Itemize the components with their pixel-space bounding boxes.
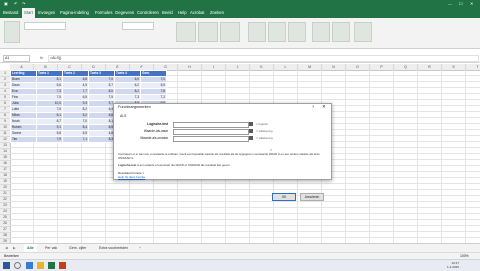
browser-icon[interactable] bbox=[26, 262, 33, 269]
redo-icon[interactable]: ↷ bbox=[22, 0, 25, 8]
number-format-select[interactable] bbox=[122, 22, 154, 30]
app-icon[interactable] bbox=[59, 262, 66, 269]
sheet-tab-extra[interactable]: Extra voorbeelden bbox=[96, 244, 131, 252]
tab-data[interactable]: Gegevens bbox=[115, 8, 134, 18]
clock-date: 1-4-2020 bbox=[447, 265, 460, 269]
clock: 10:47 1-4-2020 bbox=[447, 261, 459, 269]
undo-icon[interactable]: ↶ bbox=[14, 0, 17, 8]
close-window-icon[interactable]: ✕ bbox=[470, 0, 473, 8]
tab-insert[interactable]: Invoegen bbox=[38, 8, 55, 18]
tab-page-layout[interactable]: Pagina-indeling bbox=[60, 8, 89, 18]
search-icon[interactable] bbox=[14, 262, 21, 269]
table-cell[interactable]: Tim bbox=[10, 136, 37, 143]
excel-icon[interactable] bbox=[48, 262, 55, 269]
save-icon[interactable]: ▣ bbox=[4, 0, 8, 8]
function-arguments-dialog: Functieargumenten ? ✕ ALS Logische-test … bbox=[113, 103, 332, 180]
font-format-buttons[interactable] bbox=[24, 31, 64, 37]
tab-formulas[interactable]: Formules bbox=[95, 8, 112, 18]
tab-acrobat[interactable]: Acrobat bbox=[190, 8, 204, 18]
close-icon[interactable]: ✕ bbox=[322, 104, 326, 110]
logical-test-input[interactable] bbox=[173, 122, 249, 128]
next-sheet-icon[interactable]: ▶ bbox=[10, 244, 19, 252]
argument-label: Waarde-als-onwaar bbox=[140, 136, 168, 140]
cancel-button[interactable]: Annuleren bbox=[300, 193, 324, 201]
ribbon-tabs: Bestand Start Invoegen Pagina-indeling F… bbox=[0, 8, 480, 18]
tab-home[interactable]: Start bbox=[22, 8, 35, 18]
delete-cells-button[interactable] bbox=[268, 22, 286, 42]
maximize-icon[interactable]: ☐ bbox=[459, 0, 463, 8]
formula-bar: A1 fx =ALS() bbox=[0, 54, 480, 63]
argument-description: Logische-test is een waarde of expressie… bbox=[118, 163, 328, 168]
tab-file[interactable]: Bestand bbox=[3, 8, 18, 18]
table-cell[interactable]: 8,3 bbox=[88, 136, 115, 143]
tab-search[interactable]: Zoeken bbox=[210, 8, 224, 18]
title-bar: ▣ ↶ ↷ — ☐ ✕ bbox=[0, 0, 480, 8]
name-box[interactable]: A1 bbox=[3, 55, 30, 62]
conditional-format-button[interactable] bbox=[176, 22, 196, 42]
taskbar: 10:47 1-4-2020 bbox=[0, 259, 480, 271]
fx-icon[interactable]: fx bbox=[40, 55, 43, 61]
format-as-table-button[interactable] bbox=[198, 22, 218, 42]
tab-view[interactable]: Beeld bbox=[162, 8, 173, 18]
dialog-title: Functieargumenten bbox=[118, 105, 151, 109]
tab-help[interactable]: Help bbox=[178, 8, 187, 18]
value-if-true-input[interactable] bbox=[173, 129, 249, 135]
function-description: Controleert of er aan een voorwaarde is … bbox=[118, 152, 320, 160]
argument-description-text: is een waarde of expressie die WAAR of O… bbox=[136, 163, 231, 167]
table-cell[interactable]: 7,1 bbox=[62, 136, 89, 143]
find-select-button[interactable] bbox=[332, 22, 350, 42]
argument-result: = willekeurig bbox=[256, 129, 273, 133]
argument-label: Logische-test bbox=[147, 122, 168, 126]
help-link[interactable]: Help bij deze functie bbox=[118, 175, 145, 179]
minimize-icon[interactable]: — bbox=[448, 0, 452, 8]
function-name: ALS bbox=[120, 114, 127, 118]
argument-description-label: Logische-test bbox=[118, 163, 137, 167]
ribbon bbox=[0, 18, 480, 49]
tab-review[interactable]: Controleren bbox=[137, 8, 159, 18]
folder-icon[interactable] bbox=[37, 262, 44, 269]
paste-button[interactable] bbox=[4, 21, 20, 43]
argument-row: Waarde-als-waar = willekeurig bbox=[114, 129, 331, 135]
format-cells-button[interactable] bbox=[288, 22, 306, 42]
font-select[interactable] bbox=[24, 22, 66, 30]
sort-filter-button[interactable] bbox=[312, 22, 330, 42]
help-icon[interactable]: ? bbox=[312, 104, 314, 110]
argument-result: = willekeurig bbox=[256, 136, 273, 140]
start-icon[interactable] bbox=[3, 262, 10, 269]
formula-input[interactable]: =ALS() bbox=[48, 55, 479, 62]
add-sheet-icon[interactable]: + bbox=[136, 244, 144, 252]
value-if-false-input[interactable] bbox=[173, 136, 249, 142]
alignment-group[interactable] bbox=[78, 22, 112, 38]
sheet-tab-per-vak[interactable]: Per vak bbox=[42, 244, 60, 252]
argument-result: = logisch bbox=[256, 122, 268, 126]
ok-button[interactable]: OK bbox=[272, 193, 296, 201]
sheet-tab-gem-cijfer[interactable]: Gem. cijfer bbox=[66, 244, 89, 252]
argument-row: Waarde-als-onwaar = willekeurig bbox=[114, 136, 331, 142]
table-cell[interactable]: 7,9 bbox=[36, 136, 63, 143]
argument-label: Waarde-als-waar bbox=[143, 129, 168, 133]
collapse-dialog-icon[interactable] bbox=[249, 136, 253, 140]
insert-cells-button[interactable] bbox=[248, 22, 266, 42]
ideas-button[interactable] bbox=[354, 22, 372, 42]
cell-styles-button[interactable] bbox=[220, 22, 240, 42]
collapse-dialog-icon[interactable] bbox=[249, 129, 253, 133]
argument-row: Logische-test = logisch bbox=[114, 122, 331, 128]
collapse-dialog-icon[interactable] bbox=[249, 122, 253, 126]
